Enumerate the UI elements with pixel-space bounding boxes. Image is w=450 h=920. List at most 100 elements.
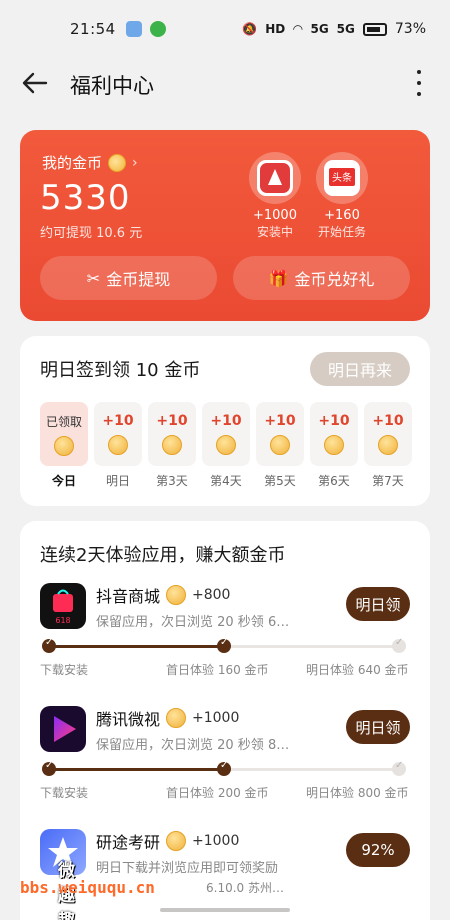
- signin-title: 明日签到领 10 金币: [40, 360, 201, 381]
- back-arrow-icon[interactable]: [20, 68, 50, 98]
- app-description: 明日下载并浏览应用即可领奖励: [96, 861, 279, 876]
- coin-icon: [166, 708, 187, 728]
- coin-icon: [324, 435, 344, 455]
- my-coins-label: 我的金币: [42, 154, 103, 172]
- redeem-gift-button[interactable]: 🎁 金币兑好礼: [233, 256, 410, 300]
- withdraw-button[interactable]: ✂ 金币提现: [40, 256, 217, 300]
- day-reward: +10: [210, 413, 242, 429]
- coin-icon: [108, 435, 128, 455]
- app-reward: +1000: [192, 833, 240, 849]
- progress-track: [42, 637, 406, 653]
- day-reward: +10: [102, 413, 134, 429]
- redeem-gift-label: 金币兑好礼: [294, 270, 375, 289]
- withdraw-estimate: 约可提现 10.6 元: [40, 226, 143, 241]
- claim-tomorrow-button[interactable]: 明日领: [346, 587, 410, 621]
- app-name-row: 腾讯微视 +1000: [96, 706, 239, 730]
- baidu-app-icon: [249, 152, 301, 204]
- app-trial-item-douyin-mall[interactable]: 618 抖音商城 +800 保留应用，次日浏览 20 秒领 6… 明日领 下载安…: [20, 583, 430, 703]
- progress-fill: [46, 645, 224, 648]
- signin-days: 已领取 今日 +10 明日 +10 第3天 +10 第4天 +10 第5天 +1…: [40, 402, 430, 489]
- coin-icon: [54, 435, 74, 456]
- promo-status: 安装中: [256, 225, 293, 239]
- coin-icon: [166, 585, 187, 605]
- signin-day-6: +10 第6天: [310, 402, 358, 489]
- day-reward: 已领取: [45, 414, 82, 429]
- app-trial-title: 连续2天体验应用，赚大额金币: [40, 545, 286, 566]
- wechat-icon: [149, 21, 166, 37]
- chevron-right-icon: ›: [132, 154, 138, 171]
- signin-day-2: +10 明日: [94, 402, 142, 489]
- step-label: 下载安装: [40, 786, 89, 800]
- day-label: 第5天: [264, 474, 296, 488]
- battery-level: 73%: [394, 21, 426, 37]
- watermark-text: bbs.weiququ.cn: [20, 878, 155, 897]
- step-done-icon: [217, 637, 231, 653]
- step-label: 首日体验 200 金币: [166, 786, 269, 800]
- promo-app-toutiao[interactable]: 头条 +160 开始任务: [312, 152, 372, 240]
- step-done-icon: [42, 637, 56, 653]
- my-coins-link[interactable]: 我的金币 ›: [42, 152, 138, 173]
- weather-app-icon: [125, 21, 142, 37]
- mute-icon: 🔕: [242, 22, 258, 36]
- svg-text:头条: 头条: [332, 171, 352, 184]
- promo-reward: +160: [324, 208, 360, 223]
- coin-icon: [162, 435, 182, 455]
- app-name: 腾讯微视: [96, 710, 161, 729]
- top-bar: 福利中心: [0, 60, 450, 106]
- day-label: 明日: [105, 474, 130, 488]
- home-indicator[interactable]: [160, 908, 290, 912]
- svg-text:618: 618: [55, 616, 70, 625]
- day-label: 第4天: [210, 474, 242, 488]
- app-name: 抖音商城: [96, 587, 161, 606]
- day-reward: +10: [372, 413, 404, 429]
- more-options-icon[interactable]: [414, 66, 424, 100]
- coin-icon: [270, 435, 290, 455]
- signal-2-icon: 5G: [336, 22, 355, 36]
- step-done-icon: [217, 760, 231, 776]
- app-description: 保留应用，次日浏览 20 秒领 6…: [96, 615, 290, 630]
- app-name-row: 抖音商城 +800: [96, 583, 230, 607]
- app-description: 保留应用，次日浏览 20 秒领 8…: [96, 738, 290, 753]
- day-reward: +10: [156, 413, 188, 429]
- wifi-icon: ◠: [293, 22, 303, 36]
- signin-day-1: 已领取 今日: [40, 402, 88, 489]
- status-time: 21:54: [70, 20, 116, 38]
- signin-day-5: +10 第5天: [256, 402, 304, 489]
- signin-day-4: +10 第4天: [202, 402, 250, 489]
- download-progress-button[interactable]: 92%: [346, 833, 410, 867]
- app-trial-item-weishi[interactable]: 腾讯微视 +1000 保留应用，次日浏览 20 秒领 8… 明日领 下载安装 首…: [20, 706, 430, 826]
- come-back-tomorrow-button[interactable]: 明日再来: [310, 352, 410, 386]
- signin-day-7: +10 第7天: [364, 402, 412, 489]
- coin-icon: [378, 435, 398, 455]
- app-reward: +1000: [192, 710, 240, 726]
- signal-1-icon: 5G: [310, 22, 329, 36]
- day-label: 第3天: [156, 474, 188, 488]
- claim-tomorrow-button[interactable]: 明日领: [346, 710, 410, 744]
- promo-app-baidu[interactable]: +1000 安装中: [245, 152, 305, 240]
- withdraw-button-label: 金币提现: [106, 270, 171, 289]
- app-trial-item-kaoyan[interactable]: 研途考研 +1000 明日下载并浏览应用即可领奖励 6.10.0 苏州… 92%: [20, 829, 430, 920]
- coin-balance-card: 我的金币 › 5330 约可提现 10.6 元 +1000 安装中 头条 +16…: [20, 130, 430, 321]
- coin-icon: [216, 435, 236, 455]
- step-label: 明日体验 640 金币: [306, 663, 409, 677]
- day-label: 第7天: [372, 474, 404, 488]
- progress-fill: [46, 768, 224, 771]
- app-name: 研途考研: [96, 833, 161, 852]
- step-label: 首日体验 160 金币: [166, 663, 269, 677]
- progress-track: [42, 760, 406, 776]
- daily-signin-card: 明日签到领 10 金币 明日再来 已领取 今日 +10 明日 +10 第3天 +…: [20, 336, 430, 506]
- withdraw-icon: ✂: [86, 268, 101, 288]
- coin-icon: [166, 831, 187, 851]
- day-label: 第6天: [318, 474, 350, 488]
- gift-icon: 🎁: [268, 268, 289, 288]
- app-name-row: 研途考研 +1000: [96, 829, 239, 853]
- douyin-mall-icon: 618: [40, 583, 86, 629]
- step-pending-icon: [392, 760, 406, 776]
- status-bar: 21:54 🔕 HD ◠ 5G 5G 73%: [0, 0, 450, 58]
- step-label: 下载安装: [40, 663, 89, 677]
- weishi-app-icon: [40, 706, 86, 752]
- coin-balance: 5330: [40, 178, 131, 218]
- coin-icon: [108, 153, 127, 172]
- status-right: 🔕 HD ◠ 5G 5G 73%: [242, 21, 426, 37]
- app-meta: 6.10.0 苏州…: [206, 881, 284, 895]
